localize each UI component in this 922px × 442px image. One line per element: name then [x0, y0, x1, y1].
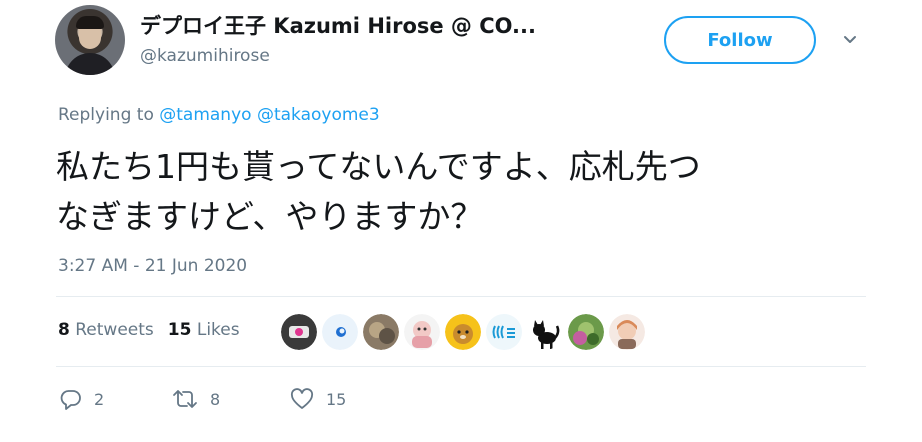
liker-avatar[interactable] [404, 314, 440, 350]
tweet-timestamp[interactable]: 3:27 AM - 21 Jun 2020 [58, 256, 247, 276]
tweet-text-line-1: 私たち1円も貰ってないんですよ、応札先つ [56, 147, 701, 186]
liker-avatar[interactable] [568, 314, 604, 350]
heart-icon[interactable] [290, 388, 314, 410]
tweet-text: 私たち1円も貰ってないんですよ、応札先つ なぎますけど、やりますか？ [56, 142, 846, 242]
liker-avatar[interactable] [322, 314, 358, 350]
retweet-action[interactable]: 8 [172, 388, 220, 410]
mention-link-takaoyome3[interactable]: @takaoyome3 [257, 105, 380, 125]
tweet-text-line-2: なぎますけど、やりますか？ [56, 197, 484, 236]
reply-context: Replying to @tamanyo @takaoyome3 [58, 105, 380, 125]
author-display-name[interactable]: デプロイ王子 Kazumi Hirose @ CO... [140, 10, 536, 40]
liker-avatar[interactable] [527, 314, 563, 350]
retweet-icon[interactable] [172, 388, 198, 410]
retweets-count[interactable]: 8 [58, 320, 70, 340]
liker-avatar[interactable] [363, 314, 399, 350]
liker-avatar[interactable] [486, 314, 522, 350]
liker-avatar[interactable] [609, 314, 645, 350]
retweets-label[interactable]: Retweets [75, 320, 154, 340]
likes-count[interactable]: 15 [168, 320, 192, 340]
divider [56, 296, 866, 297]
divider [56, 366, 866, 367]
like-count: 15 [326, 389, 347, 409]
liker-avatar[interactable] [445, 314, 481, 350]
author-handle[interactable]: @kazumihirose [140, 46, 270, 66]
chevron-down-icon[interactable] [843, 33, 857, 47]
like-action[interactable]: 15 [290, 388, 346, 410]
likes-label[interactable]: Likes [197, 320, 240, 340]
author-avatar[interactable] [55, 5, 125, 75]
engagement-stats: 8 Retweets 15 Likes [58, 320, 240, 340]
reply-icon[interactable] [60, 388, 82, 410]
retweet-count: 8 [210, 389, 221, 409]
liker-avatar[interactable] [281, 314, 317, 350]
follow-button[interactable]: Follow [664, 16, 816, 64]
reply-action[interactable]: 2 [60, 388, 104, 410]
mention-link-tamanyo[interactable]: @tamanyo [159, 105, 251, 125]
reply-context-prefix: Replying to [58, 105, 160, 125]
reply-count: 2 [94, 389, 105, 409]
